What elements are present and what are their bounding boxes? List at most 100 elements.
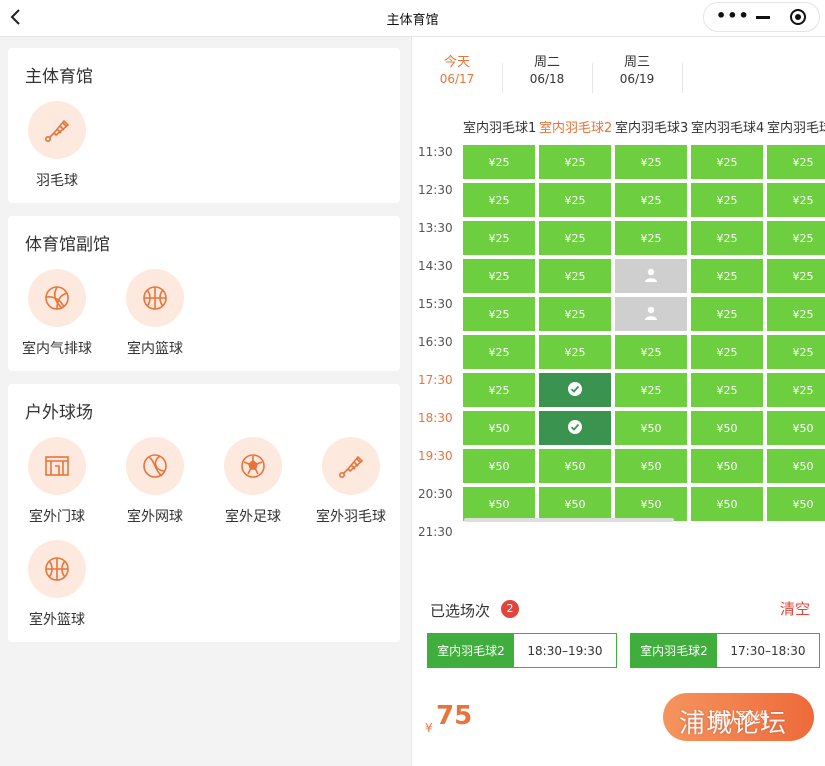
day-divider xyxy=(682,63,683,93)
slot-available[interactable]: ¥50 xyxy=(767,411,825,445)
slot-available[interactable]: ¥25 xyxy=(615,221,687,255)
slot-available[interactable]: ¥50 xyxy=(767,449,825,483)
slot-available[interactable]: ¥50 xyxy=(463,487,535,521)
slot-available[interactable]: ¥50 xyxy=(539,487,611,521)
slot-available[interactable]: ¥25 xyxy=(463,335,535,369)
badminton-icon xyxy=(28,101,86,159)
watermark-text: 浦城论坛 xyxy=(679,709,788,739)
sport-label: 室外篮球 xyxy=(29,612,85,628)
slot-available[interactable]: ¥50 xyxy=(615,449,687,483)
slot-available[interactable]: ¥25 xyxy=(615,335,687,369)
clear-button[interactable]: 清空 xyxy=(780,598,810,619)
slot-selected[interactable] xyxy=(539,411,611,445)
day-tab[interactable]: 周二 06/18 xyxy=(502,51,592,86)
slot-available[interactable]: ¥25 xyxy=(463,297,535,331)
time-label: 20:30 xyxy=(418,487,453,501)
slot-available[interactable]: ¥25 xyxy=(539,221,611,255)
slot-available[interactable]: ¥25 xyxy=(539,183,611,217)
court-header: 室内羽毛球4 xyxy=(691,121,765,136)
time-label: 17:30 xyxy=(418,373,453,387)
selected-count-badge: 2 xyxy=(501,600,519,618)
slot-available[interactable]: ¥25 xyxy=(767,259,825,293)
sport-item[interactable]: 室内气排球 xyxy=(8,269,106,358)
slot-available[interactable]: ¥25 xyxy=(463,221,535,255)
sport-item[interactable]: 羽毛球 xyxy=(8,101,106,190)
basketball-icon xyxy=(126,269,184,327)
slot-available[interactable]: ¥25 xyxy=(615,183,687,217)
sport-item[interactable]: 室外门球 xyxy=(8,437,106,526)
page-title: 主体育馆 xyxy=(386,13,439,28)
slot-available[interactable]: ¥50 xyxy=(691,449,763,483)
slot-available[interactable]: ¥50 xyxy=(539,449,611,483)
selected-title: 已选场次 xyxy=(430,602,491,620)
slot-available[interactable]: ¥25 xyxy=(767,145,825,179)
sport-label: 室内气排球 xyxy=(22,341,92,357)
slot-available[interactable]: ¥50 xyxy=(463,449,535,483)
slot-available[interactable]: ¥50 xyxy=(691,411,763,445)
slot-selected[interactable] xyxy=(539,373,611,407)
slot-available[interactable]: ¥25 xyxy=(691,145,763,179)
slot-available[interactable]: ¥50 xyxy=(767,487,825,521)
slot-available[interactable]: ¥25 xyxy=(691,183,763,217)
sport-item[interactable]: 室外足球 xyxy=(204,437,302,526)
day-label: 周二 xyxy=(533,55,560,70)
day-label: 今天 xyxy=(443,55,470,70)
mini-program-capsule: ••• xyxy=(703,2,820,32)
slot-available[interactable]: ¥25 xyxy=(691,221,763,255)
slot-available[interactable]: ¥25 xyxy=(691,297,763,331)
slot-booked xyxy=(615,259,687,293)
time-label: 19:30 xyxy=(418,449,453,463)
sport-label: 室外门球 xyxy=(29,509,85,525)
sport-item[interactable]: 室外篮球 xyxy=(8,540,106,629)
slot-available[interactable]: ¥25 xyxy=(539,145,611,179)
more-icon[interactable]: ••• xyxy=(716,8,750,24)
slot-available[interactable]: ¥25 xyxy=(463,145,535,179)
sport-item[interactable]: 室内篮球 xyxy=(106,269,204,358)
basketball-icon xyxy=(28,540,86,598)
slot-available[interactable]: ¥25 xyxy=(463,259,535,293)
slot-available[interactable]: ¥50 xyxy=(615,411,687,445)
slot-available[interactable]: ¥50 xyxy=(691,487,763,521)
slot-available[interactable]: ¥25 xyxy=(539,297,611,331)
minimize-icon[interactable] xyxy=(756,16,770,19)
sport-item[interactable]: 室外羽毛球 xyxy=(302,437,400,526)
badminton-icon xyxy=(322,437,380,495)
slot-available[interactable]: ¥25 xyxy=(767,373,825,407)
slot-available[interactable]: ¥25 xyxy=(767,221,825,255)
slot-available[interactable]: ¥25 xyxy=(691,259,763,293)
day-tab[interactable]: 周三 06/19 xyxy=(592,51,682,86)
slot-available[interactable]: ¥50 xyxy=(463,411,535,445)
sport-label: 室外羽毛球 xyxy=(316,509,386,525)
slot-booked xyxy=(615,297,687,331)
chip-court: 室内羽毛球2 xyxy=(428,634,514,667)
venue-sidebar: 主体育馆 羽毛球 体育馆副馆 室内气排球 室内篮球 户外球场 室外门球 室外网球 室外足球 室外羽… xyxy=(0,37,410,766)
selected-slot-chip[interactable]: 室内羽毛球2 18:30–19:30 xyxy=(427,633,617,668)
slot-available[interactable]: ¥50 xyxy=(615,487,687,521)
time-label: 14:30 xyxy=(418,259,453,273)
total-price: 75 xyxy=(436,701,473,731)
slot-available[interactable]: ¥25 xyxy=(615,373,687,407)
slot-available[interactable]: ¥25 xyxy=(463,183,535,217)
slot-available[interactable]: ¥25 xyxy=(767,183,825,217)
slot-available[interactable]: ¥25 xyxy=(463,373,535,407)
time-label: 13:30 xyxy=(418,221,453,235)
currency-symbol: ¥ xyxy=(425,721,433,735)
slot-available[interactable]: ¥25 xyxy=(767,335,825,369)
slot-available[interactable]: ¥25 xyxy=(691,373,763,407)
slot-available[interactable]: ¥25 xyxy=(767,297,825,331)
soccer-icon xyxy=(224,437,282,495)
slot-available[interactable]: ¥25 xyxy=(539,335,611,369)
sport-item[interactable]: 室外网球 xyxy=(106,437,204,526)
day-tab[interactable]: 今天 06/17 xyxy=(412,51,502,86)
slot-available[interactable]: ¥25 xyxy=(615,145,687,179)
venue-section-card: 主体育馆 羽毛球 xyxy=(8,48,400,203)
close-target-icon[interactable] xyxy=(790,9,806,25)
booking-panel: 今天 06/17 周二 06/18 周三 06/19 室内羽毛球1 室内羽毛球2 室内羽毛球3… xyxy=(411,37,825,766)
horizontal-scrollbar[interactable] xyxy=(464,518,674,522)
slot-available[interactable]: ¥25 xyxy=(691,335,763,369)
day-label: 周三 xyxy=(623,55,650,70)
selected-slot-chip[interactable]: 室内羽毛球2 17:30–18:30 xyxy=(630,633,820,668)
day-date: 06/19 xyxy=(619,72,655,86)
slot-available[interactable]: ¥25 xyxy=(539,259,611,293)
section-title: 体育馆副馆 xyxy=(25,235,110,255)
